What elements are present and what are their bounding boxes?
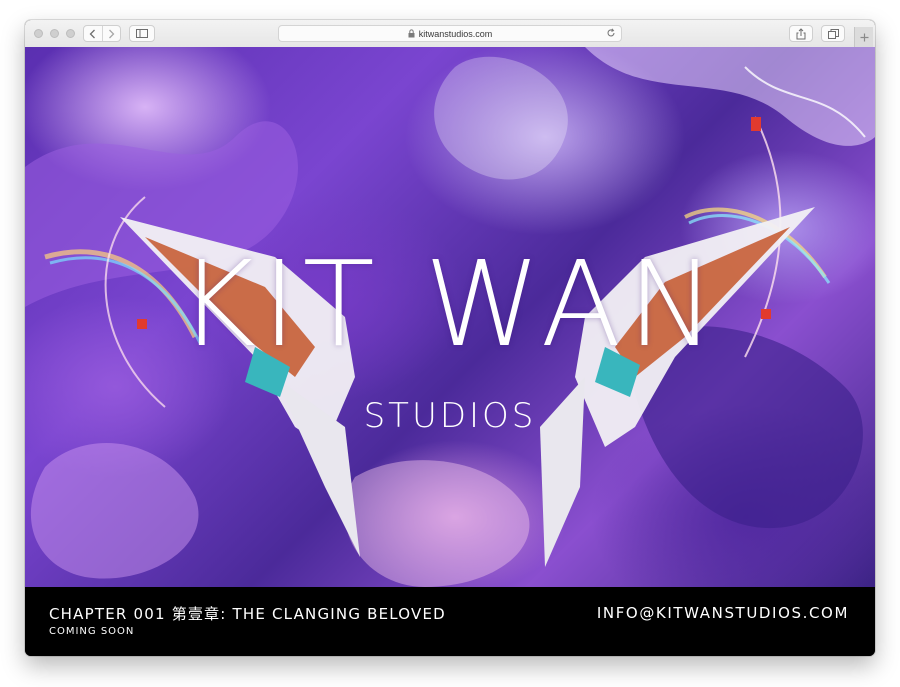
chevron-left-icon xyxy=(89,29,96,38)
navigation-buttons xyxy=(83,25,121,42)
logo-subtitle: STUDIOS xyxy=(363,396,537,436)
address-url-text: kitwanstudios.com xyxy=(418,28,493,39)
reload-button[interactable] xyxy=(606,28,616,38)
share-icon xyxy=(796,27,806,39)
plus-icon xyxy=(860,33,868,41)
sidebar-icon xyxy=(136,29,148,38)
window-close-button[interactable] xyxy=(34,29,43,38)
forward-button[interactable] xyxy=(102,26,120,41)
share-button[interactable] xyxy=(789,25,813,42)
address-bar[interactable]: kitwanstudios.com xyxy=(278,25,622,42)
sidebar-toggle-button[interactable] xyxy=(129,25,155,42)
contact-email-link[interactable]: INFO@KITWANSTUDIOS.COM xyxy=(597,604,849,622)
window-zoom-button[interactable] xyxy=(66,29,75,38)
tab-overview-button[interactable] xyxy=(821,25,845,42)
release-status: COMING SOON xyxy=(49,626,135,637)
browser-toolbar: kitwanstudios.com xyxy=(25,20,875,48)
footer-bar: CHAPTER 001 第壹章: THE CLANGING BELOVED CO… xyxy=(25,587,875,656)
tabs-overview-icon xyxy=(827,28,839,39)
reload-icon xyxy=(607,28,615,37)
browser-window: kitwanstudios.com KIT WAN STUDIOS CHAPTE… xyxy=(25,20,875,656)
window-minimize-button[interactable] xyxy=(50,29,59,38)
lock-icon xyxy=(408,29,415,38)
back-button[interactable] xyxy=(84,26,102,41)
chapter-title: CHAPTER 001 第壹章: THE CLANGING BELOVED xyxy=(49,605,446,623)
logo-wordmark: KIT WAN xyxy=(178,235,722,373)
hero-banner: KIT WAN STUDIOS xyxy=(25,47,875,587)
new-tab-button[interactable] xyxy=(854,27,873,47)
chevron-right-icon xyxy=(108,29,115,38)
